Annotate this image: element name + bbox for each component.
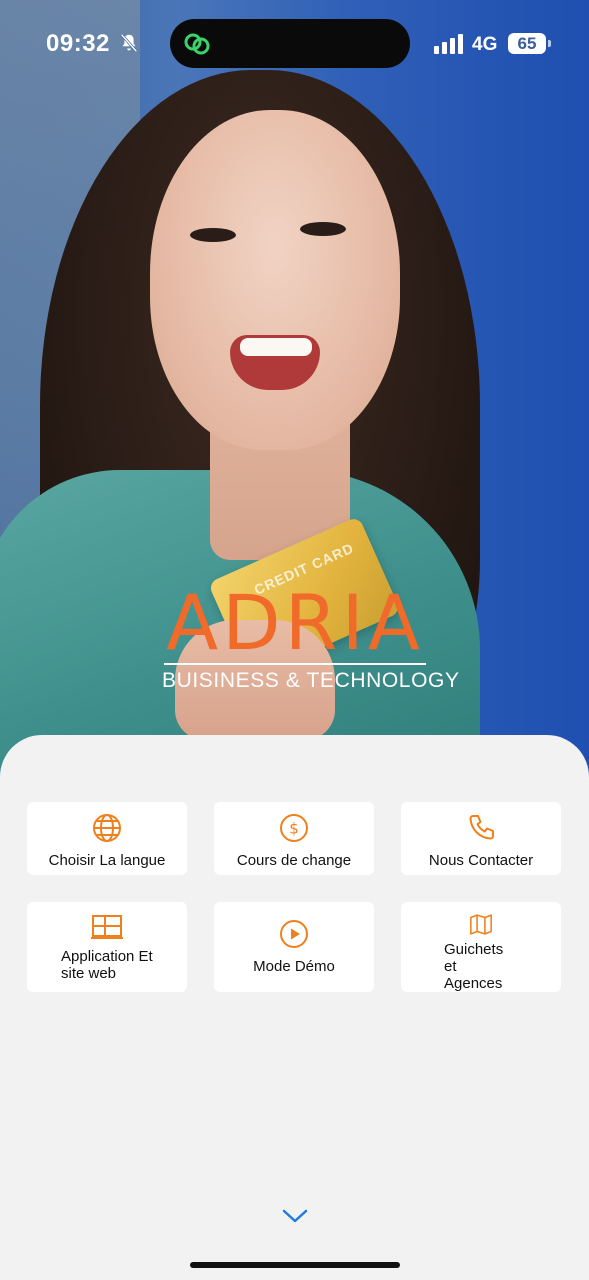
language-label: Choisir La langue	[48, 852, 166, 869]
exchange-rate-button[interactable]: $ Cours de change	[214, 802, 374, 875]
status-time: 09:32	[46, 30, 110, 57]
play-circle-icon	[280, 920, 308, 948]
teeth	[240, 338, 312, 356]
app-website-button[interactable]: Application Et site web	[27, 902, 187, 992]
left-eye	[190, 228, 236, 242]
home-indicator[interactable]	[190, 1262, 400, 1268]
face-shape	[150, 110, 400, 450]
battery-nub	[548, 40, 551, 47]
map-icon	[470, 914, 492, 935]
brand-logo: ADRIA BUISINESS & TECHNOLOGY	[162, 578, 460, 693]
window-icon	[91, 915, 123, 939]
app-label-line2: site web	[61, 965, 117, 982]
phone-icon	[469, 815, 494, 840]
agencies-label-line2: et Agences	[444, 958, 503, 992]
language-button[interactable]: Choisir La langue	[27, 802, 187, 875]
contact-label: Nous Contacter	[428, 852, 534, 869]
agencies-button[interactable]: Guichets et Agences	[401, 902, 561, 992]
globe-icon	[93, 814, 121, 842]
link-icon	[184, 33, 210, 55]
status-bar: 09:32 4G 65	[0, 0, 589, 88]
dollar-circle-icon: $	[280, 814, 308, 842]
agencies-label: Guichets et Agences	[444, 941, 518, 992]
battery-level: 65	[517, 34, 537, 53]
app-website-label: Application Et site web	[61, 948, 153, 982]
app-label-line1: Application Et	[61, 948, 153, 965]
demo-mode-button[interactable]: Mode Démo	[214, 902, 374, 992]
brand-tagline: BUISINESS & TECHNOLOGY	[162, 669, 460, 692]
demo-label: Mode Démo	[253, 958, 335, 975]
exchange-label: Cours de change	[236, 852, 352, 869]
network-type: 4G	[472, 34, 498, 55]
right-eye	[300, 222, 346, 236]
signal-icon	[434, 34, 463, 54]
dynamic-island	[170, 19, 410, 68]
agencies-label-line1: Guichets	[444, 941, 504, 958]
brand-name: ADRIA	[166, 578, 424, 667]
contact-button[interactable]: Nous Contacter	[401, 802, 561, 875]
bell-slash-icon	[120, 33, 138, 53]
svg-text:$: $	[289, 820, 299, 838]
battery-icon: 65	[508, 33, 551, 54]
chevron-down-icon[interactable]	[280, 1206, 310, 1226]
